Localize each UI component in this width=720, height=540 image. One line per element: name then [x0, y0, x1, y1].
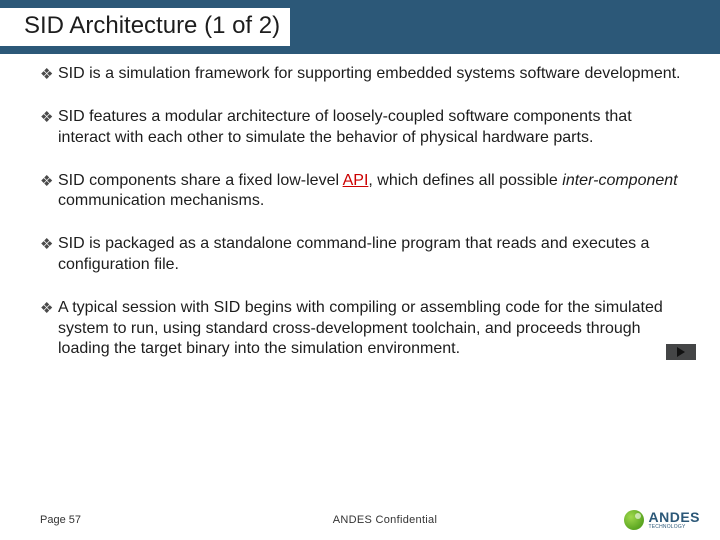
logo-mark-icon	[624, 510, 644, 530]
diamond-bullet-icon: ❖	[40, 298, 58, 360]
content-area: ❖SID is a simulation framework for suppo…	[0, 54, 720, 540]
slide-title: SID Architecture (1 of 2)	[0, 8, 290, 46]
bullet-item: ❖A typical session with SID begins with …	[40, 298, 686, 360]
bullet-text: A typical session with SID begins with c…	[58, 298, 686, 360]
next-nav-button[interactable]	[666, 344, 696, 360]
bullet-item: ❖SID is packaged as a standalone command…	[40, 234, 686, 276]
diamond-bullet-icon: ❖	[40, 64, 58, 85]
bullet-text: SID is a simulation framework for suppor…	[58, 64, 686, 85]
bullet-pre: SID features a modular architecture of l…	[58, 108, 632, 146]
logo-text-group: ANDES TECHNOLOGY	[648, 509, 700, 530]
bullet-text: SID is packaged as a standalone command-…	[58, 234, 686, 276]
slide: SID Architecture (1 of 2) ❖SID is a simu…	[0, 0, 720, 540]
confidential-label: ANDES Confidential	[180, 514, 590, 526]
bullet-item: ❖SID features a modular architecture of …	[40, 107, 686, 149]
bullet-item: ❖SID is a simulation framework for suppo…	[40, 64, 686, 85]
diamond-bullet-icon: ❖	[40, 107, 58, 149]
bullet-pre: SID components share a fixed low-level	[58, 172, 343, 189]
bullet-pre: SID is a simulation framework for suppor…	[58, 65, 681, 82]
play-icon	[677, 347, 685, 357]
bullet-pre: SID is packaged as a standalone command-…	[58, 235, 649, 273]
bullet-pre: A typical session with SID begins with c…	[58, 299, 663, 358]
page-number: Page 57	[40, 514, 180, 526]
diamond-bullet-icon: ❖	[40, 171, 58, 213]
brand-logo: ANDES TECHNOLOGY	[590, 509, 700, 530]
logo-text: ANDES	[648, 509, 700, 525]
bullet-text: SID features a modular architecture of l…	[58, 107, 686, 149]
bullet-highlight: API	[343, 172, 369, 189]
bullet-item: ❖SID components share a fixed low-level …	[40, 171, 686, 213]
bullet-text: SID components share a fixed low-level A…	[58, 171, 686, 213]
diamond-bullet-icon: ❖	[40, 234, 58, 276]
footer: Page 57 ANDES Confidential ANDES TECHNOL…	[0, 509, 720, 530]
title-bar: SID Architecture (1 of 2)	[0, 0, 720, 54]
